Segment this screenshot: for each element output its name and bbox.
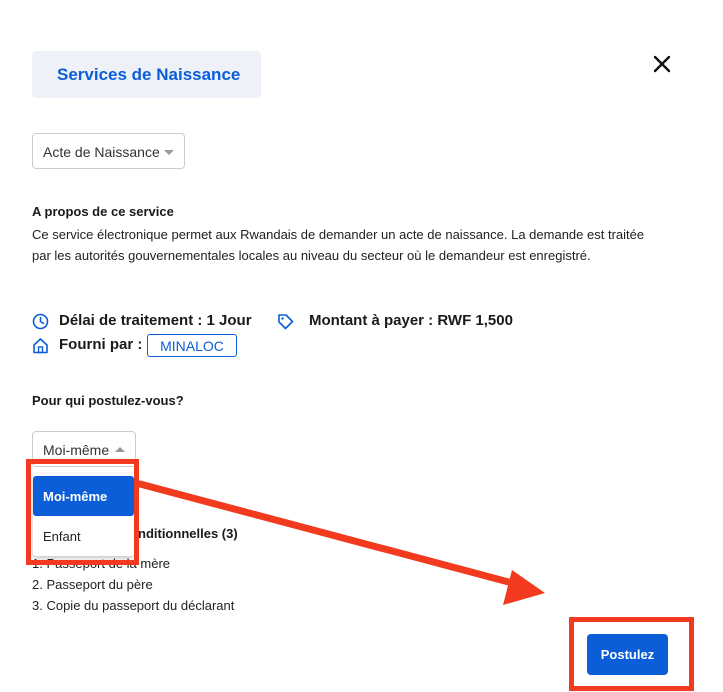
provider-value: MINALOC [160,338,224,354]
building-icon [33,338,48,354]
page-title-box: Services de Naissance [32,51,261,98]
tag-icon [278,314,294,330]
about-description: Ce service électronique permet aux Rwand… [32,227,645,263]
amount-to-pay: Montant à payer : RWF 1,500 [309,312,513,329]
applicant-question: Pour qui postulez-vous? [32,393,184,408]
list-item: 2. Passeport du père [32,577,153,592]
clock-icon [32,313,49,330]
provider-badge: MINALOC [147,334,237,357]
apply-button[interactable]: Postulez [587,634,668,675]
close-icon[interactable] [650,52,674,76]
service-type-value: Acte de Naissance [43,144,160,160]
chevron-up-icon [115,447,125,452]
list-item: 3. Copie du passeport du déclarant [32,598,235,613]
apply-button-label: Postulez [600,647,655,662]
page-title: Services de Naissance [57,65,241,84]
provider-label: Fourni par : [59,336,143,353]
processing-time: Délai de traitement : 1 Jour [59,312,252,329]
service-type-select[interactable]: Acte de Naissance [32,133,185,169]
applicant-select-value: Moi-même [43,442,110,458]
highlight-box-dropdown [26,459,139,565]
chevron-down-icon [164,150,174,155]
documents-heading: nditionnelles (3) [138,526,238,541]
about-heading: A propos de ce service [32,204,174,219]
